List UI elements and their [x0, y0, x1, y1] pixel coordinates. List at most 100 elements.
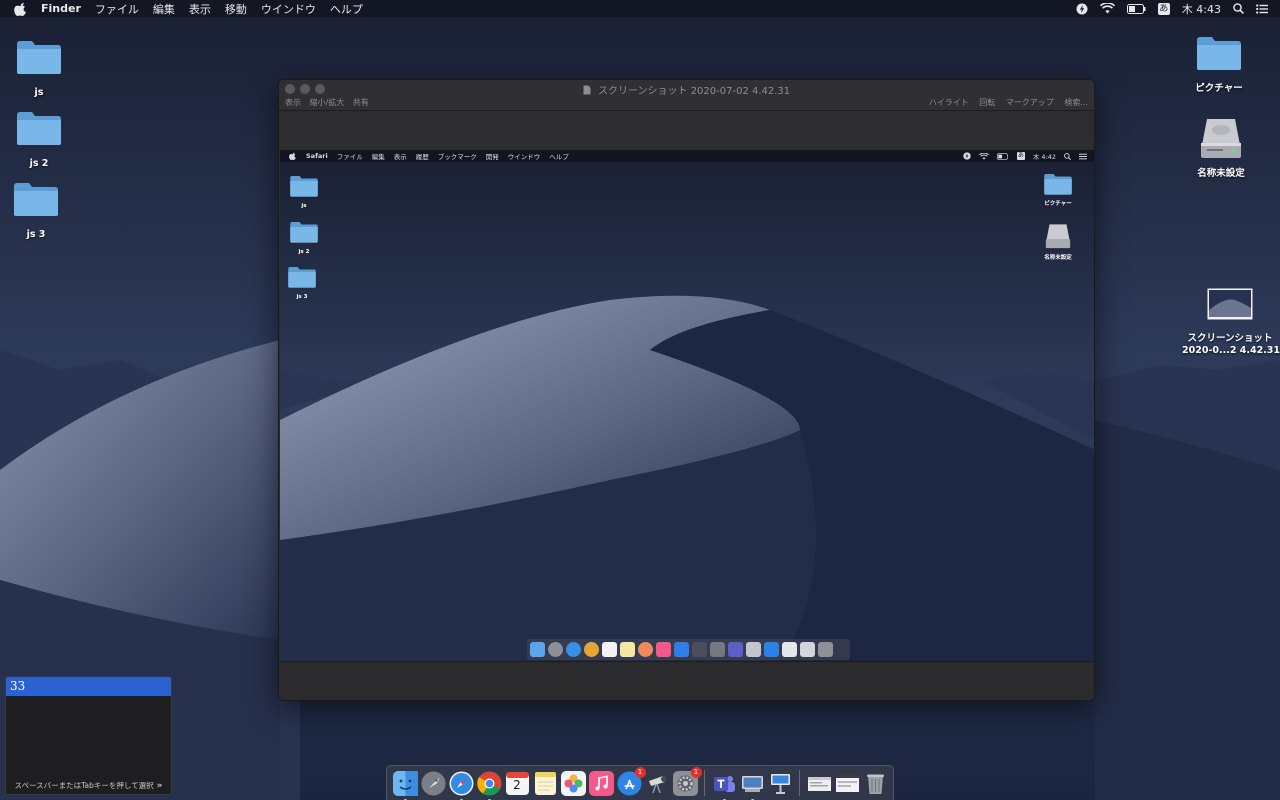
inner-menu-bar: Safari ファイル 編集 表示 履歴 ブックマーク 開発 ウインドウ ヘルプ…: [280, 150, 1094, 162]
inner-folder-js-3: js 3: [284, 265, 320, 301]
dock-app-store[interactable]: 1: [617, 766, 646, 796]
menu-file[interactable]: ファイル: [95, 1, 139, 17]
apple-menu-icon: [289, 152, 296, 160]
ime-candidate-selected[interactable]: 33: [6, 677, 171, 696]
dock-calendar[interactable]: 2: [505, 771, 530, 796]
inner-icon-label: js: [301, 203, 307, 209]
dock-music[interactable]: [588, 770, 614, 796]
inner-menu-item: 履歴: [415, 153, 429, 161]
trash-icon: [866, 774, 884, 794]
toolbar-right: ハイライト 回転 マークアップ 検索...: [921, 97, 1088, 108]
dock-preview[interactable]: [645, 771, 670, 796]
dock-minimized-window-2[interactable]: [835, 771, 860, 796]
toolbar-zoom-button[interactable]: 縮小/拡大: [310, 98, 345, 107]
preview-window[interactable]: スクリーンショット 2020-07-02 4.42.31 表示 縮小/拡大 共有…: [278, 79, 1095, 701]
menu-view[interactable]: 表示: [189, 1, 211, 17]
window-titlebar[interactable]: スクリーンショット 2020-07-02 4.42.31 表示 縮小/拡大 共有…: [279, 80, 1094, 111]
ime-hint: スペースバーまたはTabキーを押して選択»: [6, 780, 171, 791]
inner-menu-app: Safari: [306, 152, 328, 160]
spotlight-search-icon: [1064, 152, 1071, 160]
screenshot-image[interactable]: Safari ファイル 編集 表示 履歴 ブックマーク 開発 ウインドウ ヘルプ…: [280, 150, 1094, 661]
menu-help[interactable]: ヘルプ: [330, 1, 363, 17]
menu-window[interactable]: ウインドウ: [261, 1, 316, 17]
toolbar-left: 表示 縮小/拡大 共有: [285, 97, 375, 108]
folder-icon: [17, 41, 61, 74]
dock-trash[interactable]: [863, 771, 888, 796]
menu-edit[interactable]: 編集: [153, 1, 175, 17]
desktop-folder-pictures[interactable]: ピクチャー: [1188, 34, 1250, 95]
hard-disk-icon: [1045, 224, 1071, 249]
notification-center-icon[interactable]: [1256, 3, 1268, 14]
inner-icon-label: ピクチャー: [1044, 201, 1072, 207]
apple-menu-icon[interactable]: [14, 2, 28, 16]
music-note-icon: [588, 770, 614, 796]
photos-flower-icon: [560, 770, 586, 796]
safari-icon: [566, 642, 581, 657]
dock-safari[interactable]: [449, 771, 474, 800]
dock-photos[interactable]: [560, 770, 586, 796]
status-area: あ 木 4:43: [1064, 0, 1280, 17]
hard-disk-icon: [1201, 119, 1241, 158]
dock-minimized-window-1[interactable]: [807, 771, 832, 796]
desktop-icon-label: スクリーンショット: [1187, 333, 1273, 344]
inner-folder-pictures: ピクチャー: [1036, 172, 1080, 208]
folder-icon: [290, 176, 318, 197]
music-icon: [656, 642, 671, 657]
window-thumbnail-icon: [835, 774, 859, 792]
screen-sharing-icon: [741, 775, 763, 792]
inner-disk-untitled: 名称未設定: [1036, 222, 1080, 262]
toolbar-highlight-button[interactable]: ハイライト: [929, 98, 969, 107]
wifi-icon[interactable]: [1099, 3, 1115, 14]
dock-finder[interactable]: [392, 770, 418, 800]
ime-candidate-panel[interactable]: 33 スペースバーまたはTabキーを押して選択»: [5, 676, 172, 795]
telescope-icon: [648, 775, 667, 793]
window-thumbnail-icon: [800, 642, 815, 657]
inner-clock: 木 4:42: [1032, 153, 1056, 161]
launchpad-rocket-icon: [421, 771, 445, 795]
toolbar-markup-button[interactable]: マークアップ: [1006, 98, 1054, 107]
ime-expand-arrow[interactable]: »: [157, 781, 163, 791]
launchpad-icon: [548, 642, 563, 657]
chrome-icon: [584, 642, 599, 657]
toolbar-share-button[interactable]: 共有: [353, 98, 369, 107]
desktop-folder-js-2[interactable]: js 2: [9, 109, 69, 170]
dock-system-preferences[interactable]: 1: [672, 766, 702, 796]
desktop-disk-untitled[interactable]: 名称未設定: [1188, 115, 1254, 180]
inner-dock: [527, 639, 850, 660]
desktop-folder-js-3[interactable]: js 3: [6, 180, 66, 241]
system-preferences-icon: [710, 642, 725, 657]
finder-icon: [530, 642, 545, 657]
toolbar-search-field[interactable]: 検索...: [1064, 98, 1088, 107]
menu-app-finder[interactable]: Finder: [41, 2, 81, 15]
battery-icon[interactable]: [1126, 3, 1146, 14]
menu-clock[interactable]: 木 4:43: [1182, 1, 1221, 17]
window-thumbnail-icon: [782, 642, 797, 657]
chrome-icon: [476, 771, 501, 795]
folder-icon: [17, 112, 61, 145]
toolbar-rotate-button[interactable]: 回転: [979, 98, 995, 107]
desktop-folder-js[interactable]: js: [9, 38, 69, 99]
dock-screen-sharing[interactable]: [740, 771, 765, 800]
system-preferences-badge: 1: [690, 766, 702, 778]
inner-icon-label: js 2: [298, 249, 310, 255]
inner-menu-item: 表示: [393, 153, 407, 161]
calendar-day: 2: [513, 777, 521, 792]
dock-notes[interactable]: [533, 771, 558, 796]
window-title: スクリーンショット 2020-07-02 4.42.31: [279, 82, 1094, 97]
ime-hint-text: スペースバーまたはTabキーを押して選択: [14, 781, 154, 790]
spotlight-search-icon[interactable]: [1233, 3, 1244, 14]
dock-chrome[interactable]: [476, 771, 502, 800]
inner-folder-js-2: js 2: [286, 220, 322, 256]
dock-keynote[interactable]: [768, 771, 793, 796]
bolt-status-icon[interactable]: [1076, 3, 1088, 15]
menu-go[interactable]: 移動: [225, 1, 247, 17]
dock-teams[interactable]: [712, 771, 737, 800]
desktop-icon-label: 名称未設定: [1197, 168, 1245, 179]
inner-ime-indicator: あ: [1016, 152, 1025, 160]
dock-launchpad[interactable]: [421, 771, 446, 796]
desktop-file-screenshot[interactable]: スクリーンショット 2020-0...2 4.42.31: [1182, 288, 1280, 357]
inner-menu-item: 編集: [371, 153, 385, 161]
toolbar-view-button[interactable]: 表示: [285, 98, 301, 107]
input-method-indicator[interactable]: あ: [1157, 2, 1170, 15]
screenshot-thumbnail-icon: [1207, 288, 1253, 320]
